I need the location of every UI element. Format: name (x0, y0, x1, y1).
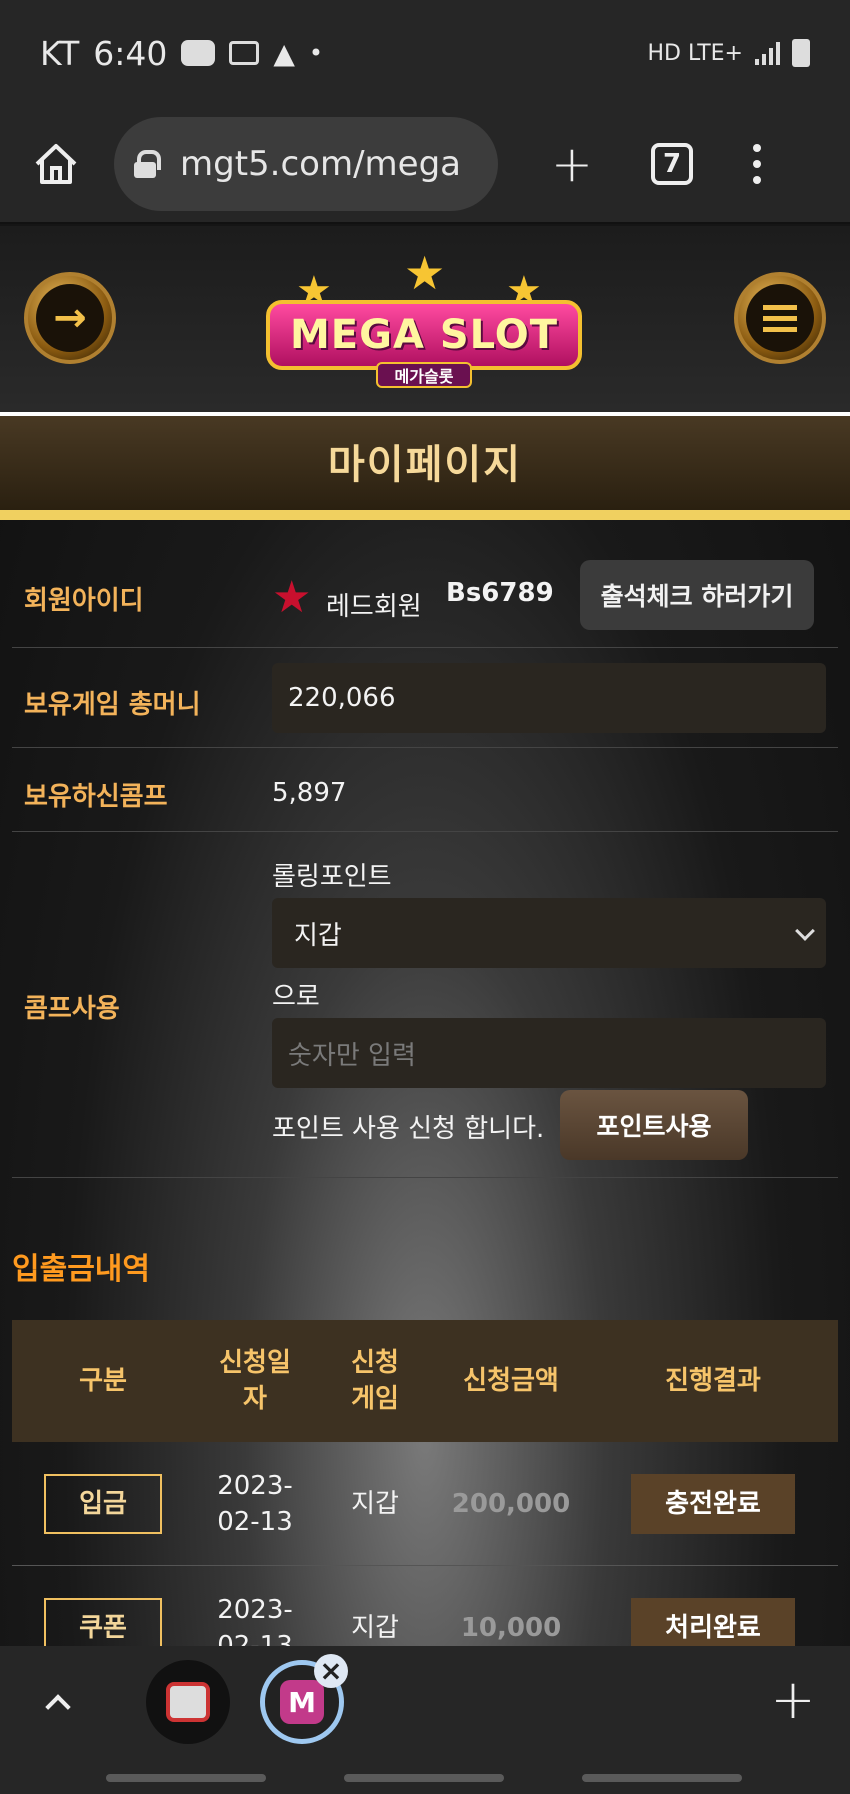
wallet-select[interactable]: 지갑 (272, 898, 826, 968)
logo-title: MEGA SLOT (266, 300, 582, 370)
date-cell: 2023- 02-13 (217, 1470, 293, 1537)
nav-pill (106, 1774, 266, 1782)
col-date: 신청일 자 (219, 1348, 291, 1414)
amount-cell: 200,000 (451, 1488, 571, 1519)
tab-thumbnail-slot[interactable] (146, 1660, 230, 1744)
plus-icon: + (551, 135, 593, 193)
url-text: mgt5.com/mega (180, 144, 461, 184)
comp-value: 5,897 (272, 778, 347, 808)
login-arrow-icon: → (36, 284, 104, 352)
mega-slot-logo[interactable]: ★ ★ ★ MEGA SLOT 메가슬롯 (256, 244, 592, 402)
slot-machine-icon (166, 1682, 210, 1722)
type-badge: 입금 (44, 1473, 162, 1534)
game-money-field: 220,066 (272, 663, 826, 733)
time-label: 6:40 (93, 33, 168, 73)
col-status: 진행결과 (665, 1366, 761, 1396)
status-badge: 처리완료 (631, 1597, 795, 1646)
megaslot-tab-icon: M (280, 1680, 324, 1724)
analytics-notification-icon (229, 41, 260, 65)
site-header: → ★ ★ ★ MEGA SLOT 메가슬롯 (0, 226, 850, 412)
carrier-label: KT (40, 33, 80, 73)
history-title: 입출금내역 (12, 1252, 150, 1287)
member-grade: 레드회원 (326, 592, 422, 622)
browser-toolbar: mgt5.com/mega + 7 (0, 106, 850, 224)
tab-strip: M × + (0, 1646, 850, 1794)
status-badge: 충전완료 (631, 1473, 795, 1534)
type-badge: 쿠폰 (44, 1597, 162, 1646)
comp-label: 보유하신콤프 (24, 782, 168, 812)
plus-icon: + (770, 1667, 816, 1731)
wallet-select-value: 지갑 (294, 920, 342, 951)
logo-subtitle: 메가슬롯 (376, 362, 472, 388)
to-text: 으로 (272, 982, 320, 1012)
new-tab-button[interactable]: + (522, 114, 622, 214)
game-money-label: 보유게임 총머니 (24, 690, 201, 720)
nav-pill (344, 1774, 504, 1782)
close-tab-button[interactable]: × (314, 1654, 348, 1688)
member-id-value: Bs6789 (446, 578, 554, 608)
nav-pill (582, 1774, 742, 1782)
address-bar[interactable]: mgt5.com/mega (114, 117, 498, 211)
battery-icon (792, 39, 810, 67)
logo-star-icon: ★ (404, 246, 446, 300)
warning-icon: ▲ (273, 36, 295, 70)
comp-use-label: 콤프사용 (24, 994, 120, 1024)
close-icon: × (319, 1654, 343, 1687)
col-game: 신청 게임 (351, 1348, 399, 1414)
table-row: 입금 2023- 02-13 지갑 200,000 충전완료 (12, 1442, 838, 1566)
col-amount: 신청금액 (463, 1366, 559, 1396)
status-bar: KT 6:40 ▲ • HD LTE+ (0, 0, 850, 106)
new-tab-bottom-button[interactable]: + (760, 1666, 826, 1732)
page-title: 마이페이지 (328, 442, 522, 488)
amount-cell: 10,000 (460, 1612, 562, 1643)
tab-count: 7 (651, 143, 693, 185)
network-label: HD LTE+ (647, 40, 743, 66)
hamburger-icon (746, 284, 814, 352)
menu-button[interactable] (734, 272, 826, 364)
browser-menu-button[interactable] (722, 114, 792, 214)
member-id-label: 회원아이디 (24, 586, 144, 616)
chevron-down-icon (795, 921, 815, 941)
lock-icon (134, 150, 161, 178)
attendance-check-button[interactable]: 출석체크 하러가기 (580, 560, 814, 630)
more-notifications-icon: • (308, 39, 324, 67)
amount-input[interactable]: 숫자만 입력 (272, 1018, 826, 1088)
login-button[interactable]: → (24, 272, 116, 364)
more-vert-icon (753, 144, 761, 184)
page-title-bar: 마이페이지 (0, 412, 850, 520)
rolling-point-label: 롤링포인트 (272, 862, 392, 892)
chevron-up-icon (45, 1694, 71, 1720)
site-content: → ★ ★ ★ MEGA SLOT 메가슬롯 마이페이지 회원아이디 ★ 레드회… (0, 226, 850, 1646)
col-type: 구분 (79, 1366, 127, 1396)
signal-icon (755, 41, 780, 65)
game-cell: 지갑 (351, 1488, 399, 1519)
use-points-button[interactable]: 포인트사용 (560, 1090, 748, 1160)
date-cell: 2023- 02-13 (217, 1594, 293, 1647)
home-button[interactable] (6, 114, 106, 214)
grade-star-icon: ★ (272, 572, 312, 623)
tab-switcher-button[interactable]: 7 (622, 114, 722, 214)
table-row: 쿠폰 2023- 02-13 지갑 10,000 처리완료 (12, 1566, 838, 1646)
history-table-header: 구분 신청일 자 신청 게임 신청금액 진행결과 (12, 1320, 838, 1442)
expand-tabs-button[interactable] (30, 1674, 86, 1730)
apply-text: 포인트 사용 신청 합니다. (272, 1114, 545, 1144)
game-cell: 지갑 (351, 1612, 399, 1643)
youtube-notification-icon (181, 40, 216, 66)
home-icon (35, 144, 77, 184)
